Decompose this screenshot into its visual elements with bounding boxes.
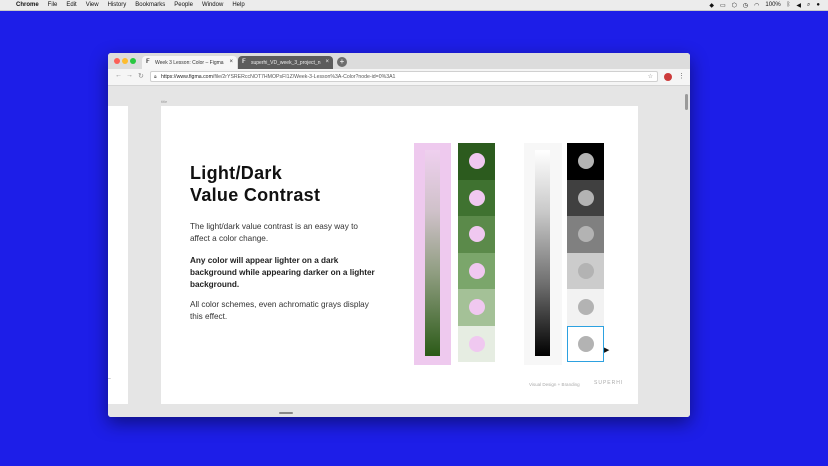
figma-icon: 𝐅	[242, 59, 246, 65]
menu-history[interactable]: History	[108, 2, 127, 8]
gray-swatch-dot[interactable]	[578, 153, 594, 169]
close-window-button[interactable]	[114, 58, 120, 64]
green-swatch-dot[interactable]	[469, 335, 485, 352]
lock-icon: 🔒︎	[154, 74, 157, 80]
user-icon[interactable]: ●	[816, 2, 820, 8]
mouse-cursor-icon: ▶	[604, 347, 610, 354]
green-swatch-cell[interactable]	[458, 216, 495, 253]
footer-course-name: Visual Design + Branding	[529, 382, 580, 387]
tab-bar: 𝐅 Week 3 Lesson: Color – Figma × 𝐅 super…	[108, 53, 690, 69]
gray-gradient-swatch[interactable]	[524, 143, 562, 365]
paragraph-bold: Any color will appear lighter on a dark …	[190, 256, 375, 289]
green-swatch-cell[interactable]	[458, 325, 495, 362]
green-swatch-cell[interactable]	[458, 143, 495, 180]
bookmark-star-icon[interactable]: ☆	[648, 73, 653, 80]
gray-swatch-cell[interactable]	[567, 325, 604, 362]
gray-swatch-dot[interactable]	[578, 189, 594, 206]
figma-icon: 𝐅	[146, 59, 150, 65]
menu-window[interactable]: Window	[202, 2, 223, 8]
gray-swatch-dot[interactable]	[578, 335, 594, 352]
menu-people[interactable]: People	[174, 2, 193, 8]
green-swatch-cell[interactable]	[458, 252, 495, 289]
tab-label: Week 3 Lesson: Color – Figma	[155, 59, 224, 66]
paragraph-intro: The light/dark value contrast is an easy…	[190, 222, 358, 243]
close-tab-icon[interactable]: ×	[229, 59, 233, 65]
frame-label[interactable]: title	[161, 99, 167, 104]
menu-edit[interactable]: Edit	[66, 2, 76, 8]
green-swatch-dot[interactable]	[469, 299, 485, 315]
browser-toolbar: ← → ↻ 🔒︎ https://www.figma.com/file/2rYS…	[108, 69, 690, 86]
bluetooth-icon[interactable]: ᛒ	[787, 2, 791, 8]
reload-icon[interactable]: ↻	[138, 72, 144, 80]
canvas-resize-handle[interactable]	[279, 412, 293, 414]
green-swatch-cell[interactable]	[458, 289, 495, 326]
title-line-2: Value Contrast	[190, 185, 321, 205]
gray-swatch-cell[interactable]	[567, 289, 604, 326]
menu-view[interactable]: View	[86, 2, 99, 8]
clock-icon[interactable]: ◷	[743, 2, 748, 9]
search-icon[interactable]: ⌕	[807, 2, 810, 9]
more-menu-icon[interactable]: ⋮	[678, 72, 685, 80]
paragraph-achromatic: All color schemes, even achromatic grays…	[190, 300, 369, 321]
wifi-icon[interactable]: ◠	[754, 2, 759, 9]
gray-swatch-dot[interactable]	[578, 299, 594, 315]
menubar-status-area: ◆ ▭ ⬡ ◷ ◠ 100% ᛒ ◀ ⌕ ●	[709, 0, 820, 10]
mac-menubar: Chrome File Edit View History Bookmarks …	[0, 0, 828, 11]
menu-bookmarks[interactable]: Bookmarks	[135, 2, 165, 8]
green-swatch-dot[interactable]	[469, 153, 485, 169]
gray-gradient-strip	[535, 150, 550, 356]
green-swatch-dot[interactable]	[469, 226, 485, 242]
vertical-scrollbar[interactable]	[685, 94, 688, 110]
dropbox-icon[interactable]: ◆	[709, 2, 714, 9]
figma-canvas[interactable]: – title Light/Dark Value Contrast The li…	[108, 86, 690, 417]
menu-help[interactable]: Help	[232, 2, 244, 8]
tab-figma-lesson[interactable]: 𝐅 Week 3 Lesson: Color – Figma ×	[142, 56, 237, 69]
url-host: https://www.figma.com	[161, 73, 213, 80]
screen-icon[interactable]: ▭	[720, 2, 726, 9]
back-arrow-icon[interactable]: ←	[115, 72, 122, 79]
green-swatch-cell[interactable]	[458, 179, 495, 216]
gray-swatch-dot[interactable]	[578, 226, 594, 242]
zoom-window-button[interactable]	[130, 58, 136, 64]
new-tab-button[interactable]: +	[337, 57, 347, 67]
superhi-logo: SUPERHI	[594, 380, 624, 386]
menu-file[interactable]: File	[48, 2, 58, 8]
url-path: /file/2rYSRERccNOT7HMOPsFI1Z/Week-3-Less…	[212, 73, 396, 80]
browser-window: 𝐅 Week 3 Lesson: Color – Figma × 𝐅 super…	[108, 53, 690, 417]
gray-swatch-cell[interactable]	[567, 143, 604, 180]
gray-value-stack	[567, 143, 604, 362]
gray-swatch-cell[interactable]	[567, 252, 604, 289]
green-swatch-dot[interactable]	[469, 189, 485, 206]
tab-label: superhi_VD_week_3_project_n	[251, 59, 321, 66]
gray-swatch-cell[interactable]	[567, 179, 604, 216]
battery-percent: 100%	[765, 2, 781, 8]
close-tab-icon[interactable]: ×	[325, 59, 329, 65]
address-bar[interactable]: 🔒︎ https://www.figma.com/file/2rYSRERccN…	[150, 71, 658, 82]
gray-swatch-cell[interactable]	[567, 216, 604, 253]
tab-project[interactable]: 𝐅 superhi_VD_week_3_project_n ×	[238, 56, 333, 69]
title-line-1: Light/Dark	[190, 163, 283, 183]
slide-title: Light/Dark Value Contrast	[190, 162, 320, 206]
slide-frame[interactable]: Light/Dark Value Contrast The light/dark…	[161, 106, 638, 404]
frame-edge-mark: –	[108, 376, 111, 382]
green-gradient-swatch[interactable]	[414, 143, 451, 365]
green-swatch-dot[interactable]	[469, 262, 485, 279]
forward-arrow-icon[interactable]: →	[126, 72, 133, 79]
profile-avatar[interactable]	[664, 73, 672, 81]
shield-icon[interactable]: ⬡	[732, 2, 737, 9]
green-gradient-strip	[425, 150, 440, 356]
adjacent-frame[interactable]	[108, 106, 128, 404]
volume-icon[interactable]: ◀	[796, 2, 801, 9]
minimize-window-button[interactable]	[122, 58, 128, 64]
gray-swatch-dot[interactable]	[578, 262, 594, 279]
menu-app-name[interactable]: Chrome	[16, 2, 39, 8]
green-value-stack	[458, 143, 495, 362]
